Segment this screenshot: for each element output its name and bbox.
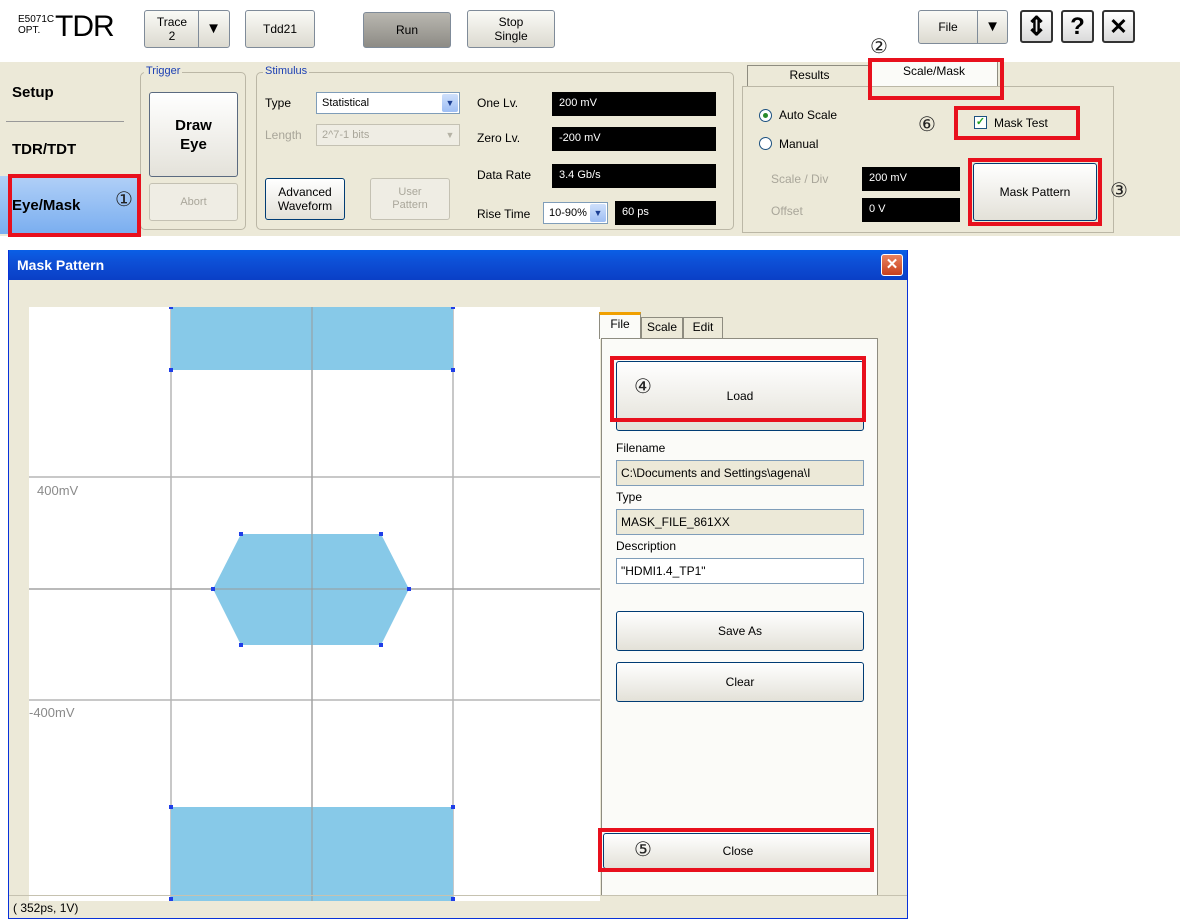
waveform-label: Waveform [277,199,333,213]
description-label: Description [616,539,677,553]
dialog-title: Mask Pattern [17,257,105,273]
tab-edit[interactable]: Edit [683,317,723,339]
clear-button[interactable]: Clear [616,662,864,702]
instrument-model-label: E5071C OPT. [18,14,54,36]
type-select-value: Statistical [322,97,370,109]
zero-level-label: Zero Lv. [477,131,521,145]
draw-eye-text: Draw Eye [175,116,212,154]
callout-number-4: ④ [634,376,652,398]
manual-radio[interactable] [759,137,772,150]
stop-single-text: Stop Single [494,15,527,43]
chevron-down-icon: ▼ [442,126,458,144]
user-label: User [398,186,422,198]
eye-label: Eye [180,135,207,153]
save-as-button[interactable]: Save As [616,611,864,651]
type-select[interactable]: Statistical ▼ [316,92,460,114]
tab-results[interactable]: Results [747,65,872,87]
updown-icon[interactable]: ⇕ [1020,10,1053,43]
rise-time-select[interactable]: 10-90% ▼ [543,202,608,224]
mask-pattern-dialog: Mask Pattern ✕ 400mV -400mV File Scale E… [8,250,908,919]
close-icon[interactable]: ✕ [1102,10,1135,43]
offset-label: Offset [771,204,803,218]
advanced-waveform-button[interactable]: Advanced Waveform [265,178,345,220]
trace-dropdown[interactable]: ▼ [198,11,228,47]
model-option: OPT. [18,25,41,36]
mask-plot: 400mV -400mV [29,305,600,901]
run-button[interactable]: Run [363,12,451,48]
trigger-group-label: Trigger [144,65,183,77]
chevron-down-icon: ▼ [590,204,606,222]
stop-label: Stop [498,15,524,29]
sidebar-item-setup[interactable]: Setup [0,66,140,118]
tdr-logo: TDR [55,10,115,43]
pattern-label: Pattern [392,199,428,211]
user-pattern-text: User Pattern [392,186,427,212]
model-number: E5071C [18,14,55,25]
cursor-status-bar: ( 352ps, 1V) [9,895,907,919]
callout-number-1: ① [115,189,133,211]
abort-button[interactable]: Abort [149,183,238,221]
chevron-down-icon: ▼ [985,18,1000,35]
filename-label: Filename [616,441,666,455]
type-field[interactable]: MASK_FILE_861XX [616,509,864,535]
one-level-field[interactable]: 200 mV [552,92,716,116]
zero-level-field[interactable]: -200 mV [552,127,716,151]
data-rate-label: Data Rate [477,168,532,182]
description-field[interactable]: "HDMI1.4_TP1" [616,558,864,584]
draw-eye-button[interactable]: Draw Eye [149,92,238,177]
data-rate-field[interactable]: 3.4 Gb/s [552,164,716,188]
file-menu-button[interactable]: File ▼ [918,10,1008,44]
plot-label-400mv: 400mV [37,483,79,498]
trace-selector-button[interactable]: Trace 2 ▼ [144,10,230,48]
sidebar-item-tdr-tdt[interactable]: TDR/TDT [0,124,140,174]
rise-time-label: Rise Time [477,207,531,221]
help-icon[interactable]: ? [1061,10,1094,43]
callout-number-3: ③ [1110,180,1128,202]
type-label-dialog: Type [616,490,643,504]
draw-label: Draw [175,116,212,134]
one-level-label: One Lv. [477,96,519,110]
callout-number-2: ② [870,36,888,58]
manual-label: Manual [779,137,819,151]
offset-field[interactable]: 0 V [862,198,960,222]
callout-number-6: ⑥ [918,114,936,136]
advanced-waveform-text: Advanced Waveform [278,185,332,213]
auto-scale-label: Auto Scale [779,108,838,122]
advanced-label: Advanced [278,185,332,199]
mask-plot-svg [29,305,600,901]
sidebar-divider [6,121,124,122]
file-dropdown[interactable]: ▼ [977,11,1007,43]
scale-div-field[interactable]: 200 mV [862,167,960,191]
filename-field[interactable]: C:\Documents and Settings\agena\I [616,460,864,486]
tdd21-button[interactable]: Tdd21 [245,10,315,48]
length-label: Length [265,128,302,142]
chevron-down-icon: ▼ [206,20,221,37]
user-pattern-button[interactable]: User Pattern [370,178,450,220]
callout-box-2 [868,58,1004,100]
stimulus-group-label: Stimulus [263,65,310,77]
type-label: Type [265,96,292,110]
file-label: File [938,20,958,34]
top-toolbar: E5071C OPT. TDR Trace 2 ▼ Tdd21 Run Stop… [0,0,1180,62]
scale-div-label: Scale / Div [771,172,829,186]
trace-label: Trace [156,15,188,29]
callout-box-3 [968,158,1102,226]
auto-scale-radio[interactable] [759,109,772,122]
callout-box-6 [954,106,1080,140]
rise-time-field[interactable]: 60 ps [615,201,716,225]
chevron-down-icon: ▼ [442,94,458,112]
plot-label-minus-400mv: -400mV [29,705,75,720]
stop-single-button[interactable]: Stop Single [467,10,555,48]
tab-file[interactable]: File [599,312,641,339]
trace-text: Trace 2 [146,15,198,43]
length-select[interactable]: 2^7-1 bits ▼ [316,124,460,146]
single-label: Single [494,29,528,43]
dialog-title-bar[interactable]: Mask Pattern ✕ [9,250,907,280]
tab-scale[interactable]: Scale [641,317,683,339]
callout-number-5: ⑤ [634,839,652,861]
dialog-close-icon[interactable]: ✕ [881,254,903,276]
rise-time-select-value: 10-90% [549,207,587,219]
length-select-value: 2^7-1 bits [322,129,370,141]
trace-value: 2 [168,29,176,43]
